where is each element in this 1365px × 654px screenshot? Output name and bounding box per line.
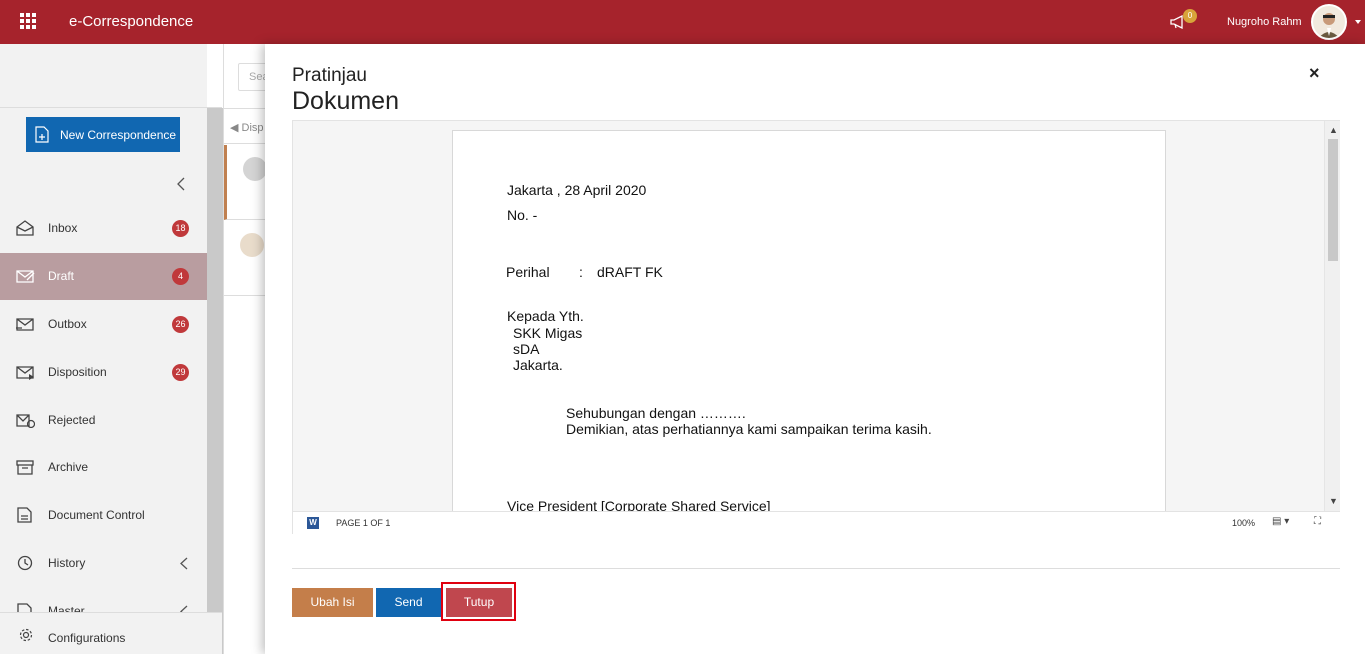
doc-recipient-line1: Kepada Yth. xyxy=(507,308,584,324)
sidebar-item-configurations[interactable]: Configurations xyxy=(0,612,222,654)
sidebar-item-label: Outbox xyxy=(48,317,87,331)
edit-content-button[interactable]: Ubah Isi xyxy=(292,588,373,617)
doc-body-line1: Sehubungan dengan ………. xyxy=(566,405,746,421)
document-viewer: Jakarta , 28 April 2020 No. - Perihal : … xyxy=(292,120,1340,534)
sidebar-item-label: Archive xyxy=(48,460,89,474)
doc-signature: Vice President [Corporate Shared Service… xyxy=(507,498,771,511)
word-document-icon: W xyxy=(307,517,319,529)
sidebar-item-label: History xyxy=(48,556,86,570)
gear-icon xyxy=(19,628,33,642)
master-icon xyxy=(17,603,32,612)
doc-number: No. - xyxy=(507,207,538,223)
sidebar: New Correspondence Inbox 18 Draft 4 Outb… xyxy=(0,44,207,654)
user-avatar-icon xyxy=(1318,13,1340,38)
inbox-count-badge: 18 xyxy=(172,220,189,237)
scroll-down-icon[interactable]: ▼ xyxy=(1329,496,1338,506)
outbox-count-badge: 26 xyxy=(172,316,189,333)
sidebar-item-draft[interactable]: Draft 4 xyxy=(0,253,207,300)
modal-divider xyxy=(292,568,1340,569)
notification-button[interactable]: 0 xyxy=(1168,9,1198,35)
tab-label: Disp xyxy=(241,122,264,134)
sidebar-item-outbox[interactable]: Outbox 26 xyxy=(0,301,207,348)
master-expand-chevron-icon xyxy=(180,605,188,612)
sidebar-item-label: Rejected xyxy=(48,413,96,427)
doc-subject-label: Perihal xyxy=(506,264,550,280)
sidebar-item-label: Document Control xyxy=(48,508,145,522)
doc-subject-value: dRAFT FK xyxy=(597,264,663,280)
doc-body-line2: Demikian, atas perhatiannya kami sampaik… xyxy=(566,421,932,437)
user-menu-caret-icon[interactable] xyxy=(1355,20,1361,24)
disposition-count-badge: 29 xyxy=(172,364,189,381)
send-button[interactable]: Send xyxy=(376,588,441,617)
document-preview-modal: Pratinjau Dokumen × Jakarta , 28 April 2… xyxy=(265,44,1365,654)
doc-recipient-line4: Jakarta. xyxy=(513,357,563,373)
new-correspondence-label: New Correspondence xyxy=(60,127,177,142)
new-correspondence-button[interactable]: New Correspondence xyxy=(26,117,180,152)
outbox-icon xyxy=(16,318,34,331)
avatar xyxy=(243,157,267,181)
rejected-icon xyxy=(16,414,35,428)
notification-badge: 0 xyxy=(1183,9,1197,23)
sidebar-item-document-control[interactable]: Document Control xyxy=(0,492,207,539)
zoom-level[interactable]: 100% xyxy=(1232,518,1255,528)
draft-envelope-icon xyxy=(16,270,35,283)
doc-recipient-line3: sDA xyxy=(513,341,540,357)
modal-title-line1: Pratinjau xyxy=(292,65,367,86)
viewer-scrollbar[interactable]: ▲ ▼ xyxy=(1324,121,1340,511)
sidebar-item-rejected[interactable]: Rejected xyxy=(0,397,207,444)
sidebar-item-history[interactable]: History xyxy=(0,540,207,587)
archive-icon xyxy=(16,460,34,475)
close-button[interactable]: Tutup xyxy=(446,588,512,617)
user-name[interactable]: Nugroho Rahm xyxy=(1227,16,1302,28)
user-avatar[interactable] xyxy=(1311,4,1347,40)
sidebar-item-inbox[interactable]: Inbox 18 xyxy=(0,205,207,252)
modal-title-line2: Dokumen xyxy=(292,87,399,115)
sidebar-scrollbar[interactable] xyxy=(207,108,223,654)
sidebar-item-label: Draft xyxy=(48,269,75,283)
page-indicator: PAGE 1 OF 1 xyxy=(336,518,391,528)
history-icon xyxy=(17,555,33,571)
app-title: e-Correspondence xyxy=(69,13,194,30)
sidebar-item-label: Inbox xyxy=(48,221,78,235)
sidebar-item-master[interactable]: Master xyxy=(0,588,207,612)
view-mode-icon[interactable]: ▤ ▾ xyxy=(1272,516,1289,527)
sidebar-item-label: Configurations xyxy=(48,631,126,645)
app-grid-icon[interactable] xyxy=(20,13,36,29)
doc-date: Jakarta , 28 April 2020 xyxy=(507,182,647,198)
doc-subject-colon: : xyxy=(579,264,583,280)
tab-left-arrow-icon[interactable]: ◀ xyxy=(230,122,242,134)
sidebar-item-disposition[interactable]: Disposition 29 xyxy=(0,349,207,396)
scroll-up-icon[interactable]: ▲ xyxy=(1329,125,1338,135)
collapse-sidebar-chevron-icon[interactable] xyxy=(176,176,186,192)
scrollbar-thumb[interactable] xyxy=(1328,139,1338,261)
doc-recipient-line2: SKK Migas xyxy=(513,325,583,341)
sidebar-item-label: Disposition xyxy=(48,365,107,379)
fullscreen-icon[interactable]: ⛶ xyxy=(1314,516,1321,527)
document-control-icon xyxy=(17,507,32,523)
sidebar-item-label: Master xyxy=(48,604,85,612)
viewer-status-bar: W PAGE 1 OF 1 100% ▤ ▾ ⛶ xyxy=(293,511,1340,534)
document-page: Jakarta , 28 April 2020 No. - Perihal : … xyxy=(452,130,1166,511)
avatar xyxy=(240,233,264,257)
history-expand-chevron-icon xyxy=(180,557,188,570)
disposition-icon xyxy=(16,366,34,380)
new-document-icon xyxy=(35,126,49,143)
viewer-page-area[interactable]: Jakarta , 28 April 2020 No. - Perihal : … xyxy=(293,121,1324,511)
inbox-icon xyxy=(16,220,34,236)
top-bar: e-Correspondence 0 Nugroho Rahm xyxy=(0,0,1365,44)
sidebar-item-archive[interactable]: Archive xyxy=(0,444,207,491)
draft-count-badge: 4 xyxy=(172,268,189,285)
close-icon[interactable]: × xyxy=(1309,63,1320,84)
sidebar-divider xyxy=(0,107,222,108)
